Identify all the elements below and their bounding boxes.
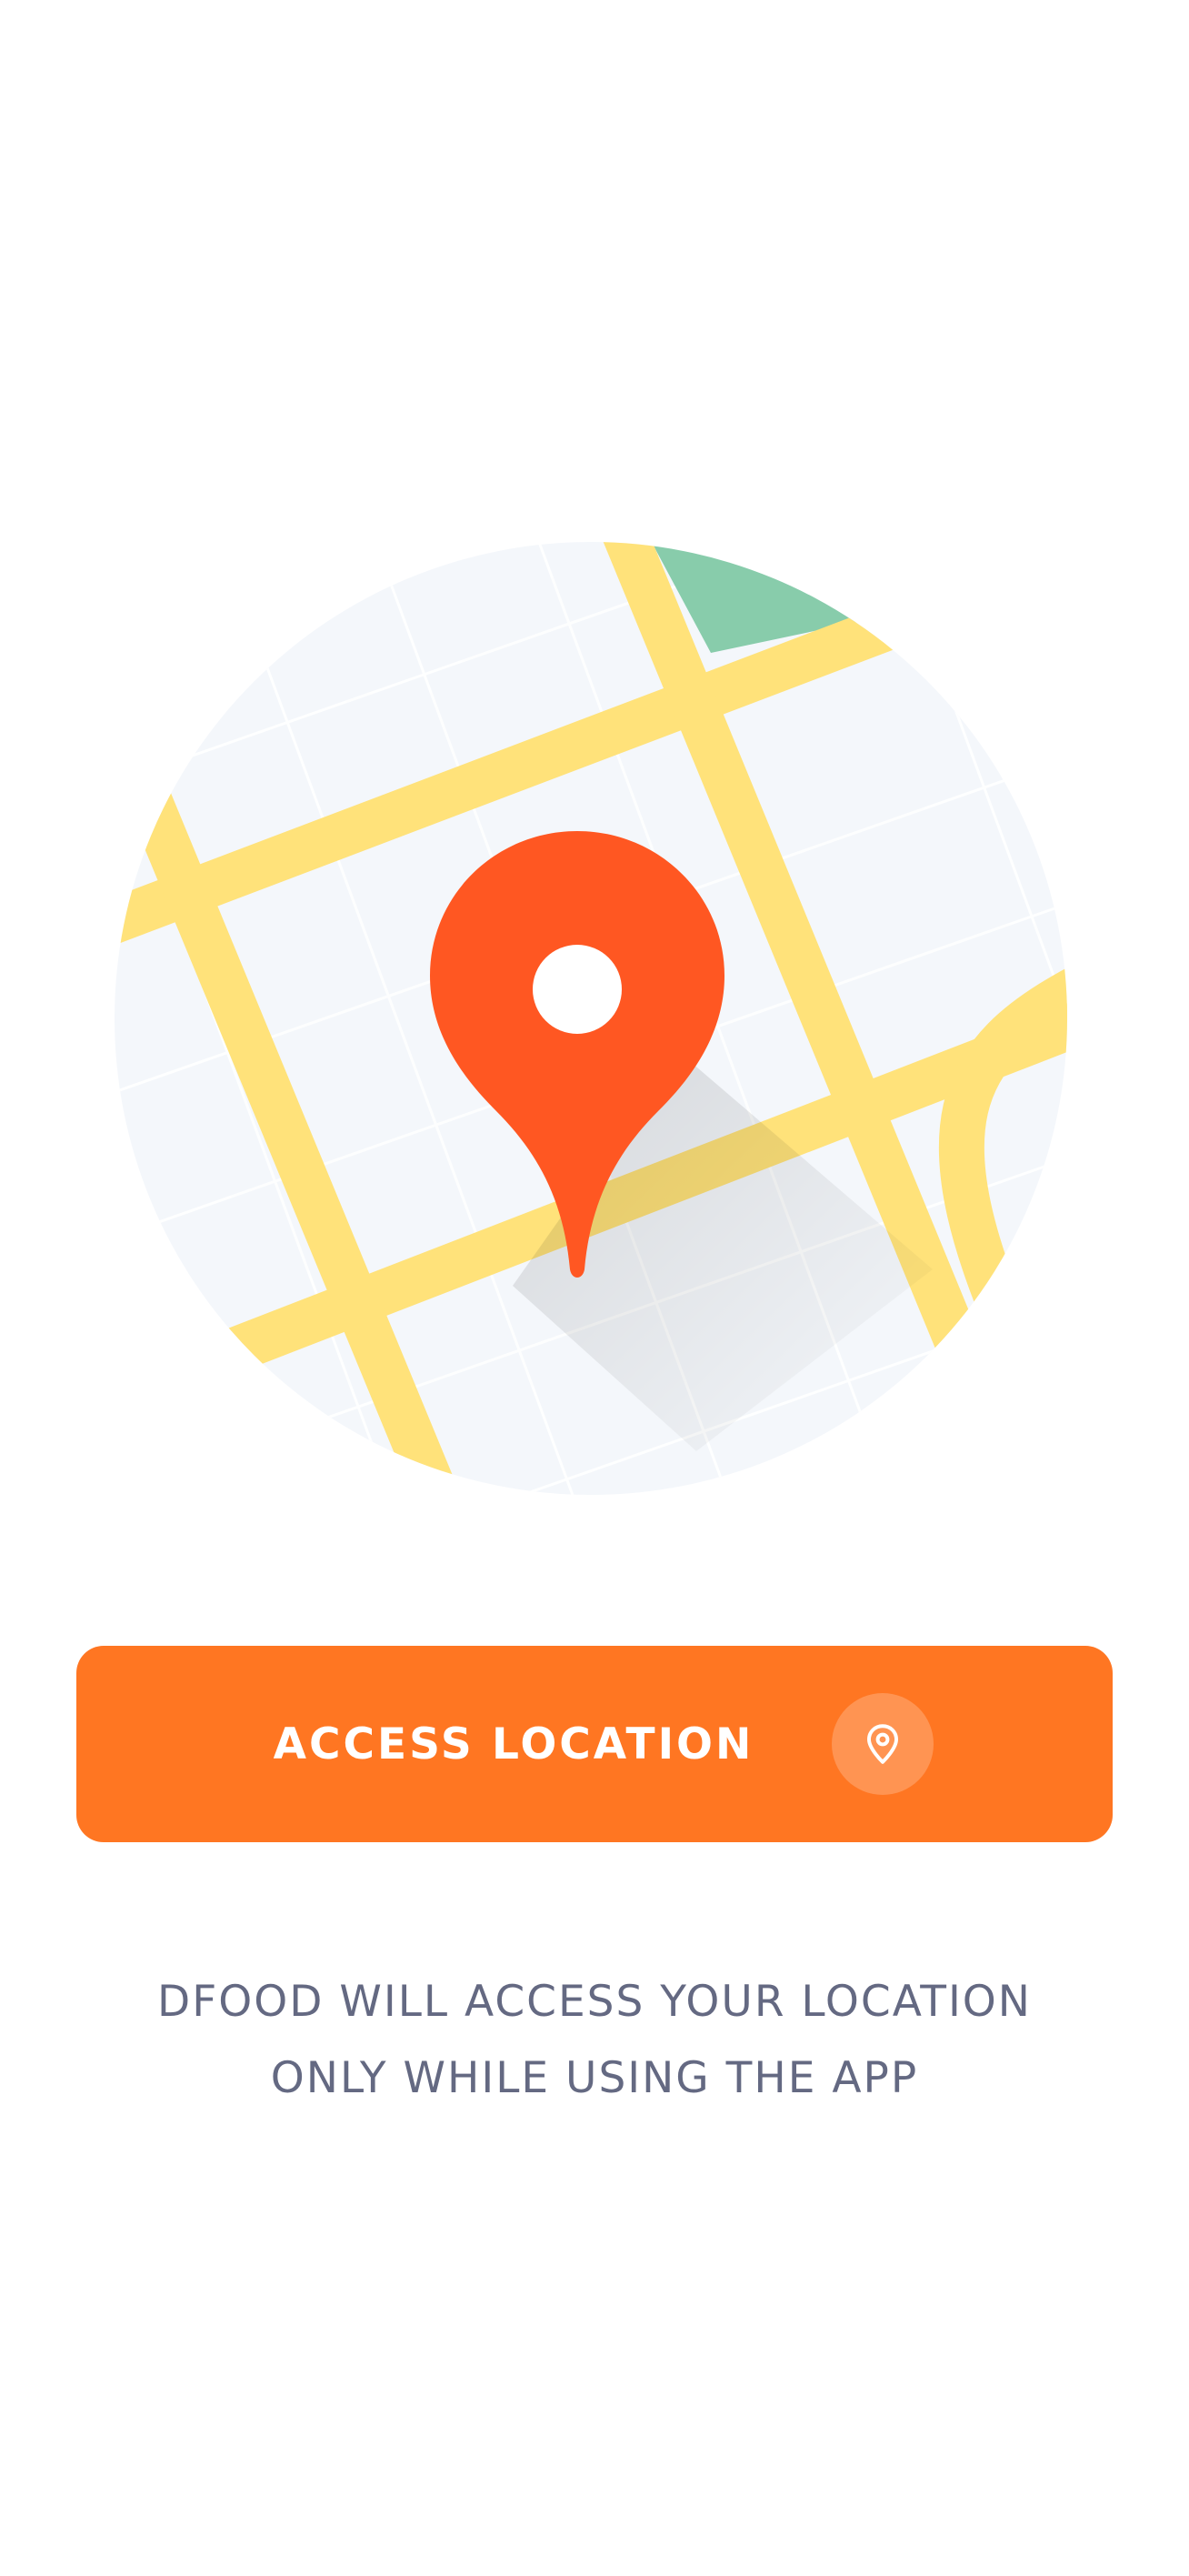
map-illustration bbox=[115, 542, 1067, 1495]
access-location-button[interactable]: ACCESS LOCATION bbox=[76, 1646, 1113, 1842]
location-pin-icon-container bbox=[832, 1693, 934, 1795]
info-line-1: DFOOD WILL ACCESS YOUR LOCATION bbox=[157, 1977, 1032, 2027]
access-location-label: ACCESS LOCATION bbox=[273, 1719, 754, 1769]
location-permission-info: DFOOD WILL ACCESS YOUR LOCATION ONLY WHI… bbox=[0, 1964, 1189, 2117]
info-line-2: ONLY WHILE USING THE APP bbox=[270, 2053, 919, 2103]
location-pin-icon bbox=[867, 1724, 899, 1764]
